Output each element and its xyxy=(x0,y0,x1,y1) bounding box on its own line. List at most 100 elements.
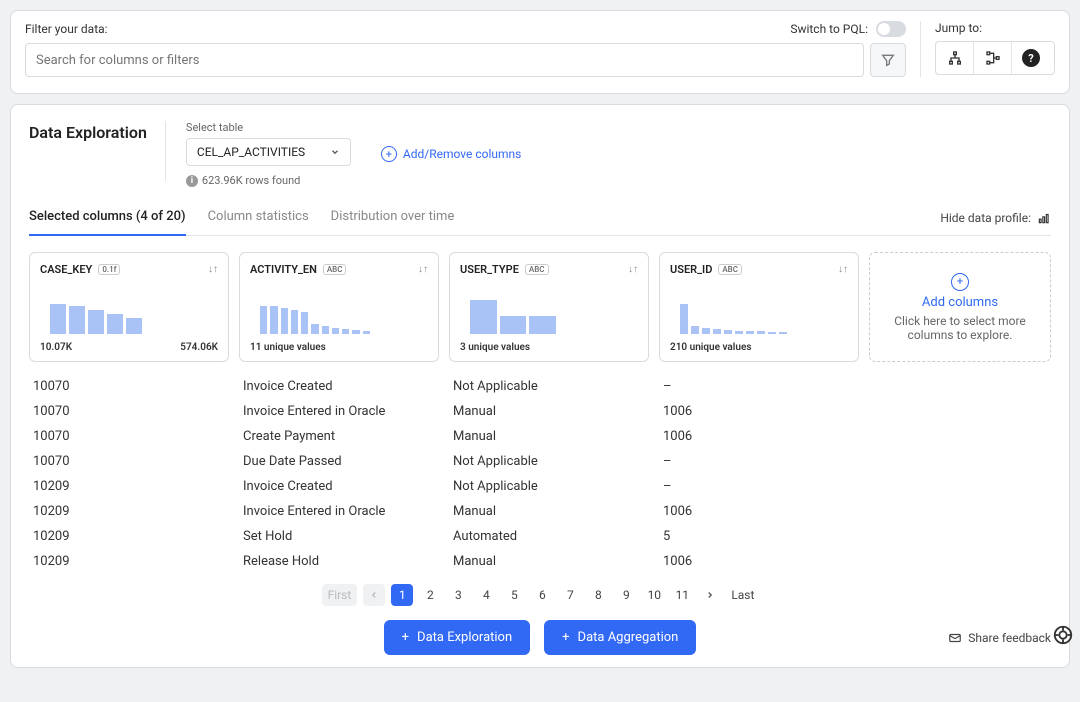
pql-label: Switch to PQL: xyxy=(790,22,868,36)
page-number[interactable]: 1 xyxy=(391,584,413,606)
mini-chart xyxy=(250,286,428,334)
grid-cell: Create Payment xyxy=(239,424,439,449)
select-table-label: Select table xyxy=(186,121,351,134)
jump-schema-icon[interactable] xyxy=(974,42,1012,74)
column-card[interactable]: ACTIVITY_EN ABC ↓↑ 11 unique values xyxy=(239,252,439,362)
grid-cell: Manual xyxy=(449,399,649,424)
col-summary: 3 unique values xyxy=(460,342,530,353)
add-remove-label: Add/Remove columns xyxy=(403,147,521,161)
table-select[interactable]: CEL_AP_ACTIVITIES xyxy=(186,138,351,166)
pagination: First 123456789 10 11 Last xyxy=(29,584,1051,606)
sort-icon[interactable]: ↓↑ xyxy=(628,264,638,275)
sort-icon[interactable]: ↓↑ xyxy=(838,264,848,275)
grid-cell: – xyxy=(659,374,859,399)
grid-cell: 1006 xyxy=(659,399,859,424)
share-feedback-label: Share feedback xyxy=(968,631,1051,645)
col-name: USER_TYPE xyxy=(460,263,519,276)
plus-icon: + xyxy=(562,630,569,645)
mini-chart xyxy=(460,286,638,334)
filter-label: Filter your data: xyxy=(25,22,108,36)
hide-data-profile-link[interactable]: Hide data profile: xyxy=(940,211,1051,225)
type-badge: ABC xyxy=(323,264,347,275)
grid-cell: 10209 xyxy=(29,549,229,574)
pql-toggle[interactable] xyxy=(876,21,906,37)
grid-column: Invoice Created Invoice Entered in Oracle… xyxy=(239,374,439,574)
page-next[interactable] xyxy=(699,584,721,606)
grid-cell: Automated xyxy=(449,524,649,549)
grid-cell: 10070 xyxy=(29,449,229,474)
data-aggregation-button[interactable]: + Data Aggregation xyxy=(544,620,696,655)
grid-cell: 10209 xyxy=(29,474,229,499)
column-card[interactable]: USER_ID ABC ↓↑ 210 unique values xyxy=(659,252,859,362)
page-number[interactable]: 7 xyxy=(559,584,581,606)
info-icon: i xyxy=(186,175,198,187)
grid-cell: 5 xyxy=(659,524,859,549)
plus-icon: + xyxy=(402,630,409,645)
grid-cell: 10070 xyxy=(29,374,229,399)
add-remove-columns-link[interactable]: + Add/Remove columns xyxy=(381,146,521,162)
page-number[interactable]: 3 xyxy=(447,584,469,606)
page-number[interactable]: 10 xyxy=(643,584,665,606)
table-select-value: CEL_AP_ACTIVITIES xyxy=(197,145,305,159)
exploration-title: Data Exploration xyxy=(29,121,166,181)
floating-support-icon[interactable] xyxy=(1052,624,1074,646)
hide-profile-label: Hide data profile: xyxy=(940,211,1031,225)
filter-bar: Filter your data: Switch to PQL: Jump to… xyxy=(10,10,1070,94)
col-name: CASE_KEY xyxy=(40,263,92,276)
page-number[interactable]: 4 xyxy=(475,584,497,606)
column-card[interactable]: USER_TYPE ABC ↓↑ 3 unique values xyxy=(449,252,649,362)
mini-chart xyxy=(670,286,848,334)
btn-label: Data Aggregation xyxy=(578,630,679,645)
tab-distribution-over-time[interactable]: Distribution over time xyxy=(331,201,455,235)
page-number[interactable]: 9 xyxy=(615,584,637,606)
add-columns-card[interactable]: + Add columns Click here to select more … xyxy=(869,252,1051,362)
column-card[interactable]: CASE_KEY 0.1f ↓↑ 10.07K574.06K xyxy=(29,252,229,362)
col-summary: 11 unique values xyxy=(250,342,326,353)
grid-cell: Manual xyxy=(449,549,649,574)
page-number[interactable]: 5 xyxy=(503,584,525,606)
page-last[interactable]: Last xyxy=(727,584,758,606)
grid-cell: Manual xyxy=(449,499,649,524)
grid-column: Not ApplicableManualManualNot Applicable… xyxy=(449,374,649,574)
grid-cell: Release Hold xyxy=(239,549,439,574)
page-prev[interactable] xyxy=(363,584,385,606)
sort-icon[interactable]: ↓↑ xyxy=(208,264,218,275)
grid-cell: 10070 xyxy=(29,424,229,449)
filter-icon-button[interactable] xyxy=(870,43,906,77)
type-badge: ABC xyxy=(718,264,742,275)
share-feedback-link[interactable]: Share feedback xyxy=(948,631,1051,645)
search-input[interactable] xyxy=(25,43,864,77)
jump-tree-icon[interactable] xyxy=(936,42,974,74)
grid-cell: Invoice Created xyxy=(239,374,439,399)
jump-help-icon[interactable]: ? xyxy=(1012,42,1050,74)
grid-cell: Not Applicable xyxy=(449,374,649,399)
page-first[interactable]: First xyxy=(322,584,358,606)
add-columns-title: Add columns xyxy=(922,295,998,310)
page-number[interactable]: 11 xyxy=(671,584,693,606)
grid-cell: Invoice Entered in Oracle xyxy=(239,499,439,524)
tab-column-statistics[interactable]: Column statistics xyxy=(208,201,309,235)
chevron-down-icon xyxy=(330,147,340,157)
btn-label: Data Exploration xyxy=(417,630,512,645)
grid-cell: Not Applicable xyxy=(449,474,649,499)
page-number[interactable]: 6 xyxy=(531,584,553,606)
pql-switch-row: Switch to PQL: xyxy=(790,21,906,37)
grid-cell: Due Date Passed xyxy=(239,449,439,474)
jump-section: Jump to: ? xyxy=(935,21,1055,77)
grid-cell: Set Hold xyxy=(239,524,439,549)
grid-cell: Manual xyxy=(449,424,649,449)
col-name: ACTIVITY_EN xyxy=(250,263,317,276)
type-badge: 0.1f xyxy=(98,264,120,275)
page-number[interactable]: 8 xyxy=(587,584,609,606)
data-exploration-card: Data Exploration Select table CEL_AP_ACT… xyxy=(10,104,1070,668)
page-number[interactable]: 2 xyxy=(419,584,441,606)
grid-column: 1007010070100701007010209102091020910209 xyxy=(29,374,229,574)
plus-circle-icon: + xyxy=(381,146,397,162)
tab-selected-columns[interactable]: Selected columns (4 of 20) xyxy=(29,201,186,236)
col-stat-right: 574.06K xyxy=(180,342,218,353)
grid-column: –10061006––100651006 xyxy=(659,374,859,574)
data-exploration-button[interactable]: + Data Exploration xyxy=(384,620,531,655)
grid-cell: 10070 xyxy=(29,399,229,424)
sort-icon[interactable]: ↓↑ xyxy=(418,264,428,275)
col-summary: 210 unique values xyxy=(670,342,752,353)
